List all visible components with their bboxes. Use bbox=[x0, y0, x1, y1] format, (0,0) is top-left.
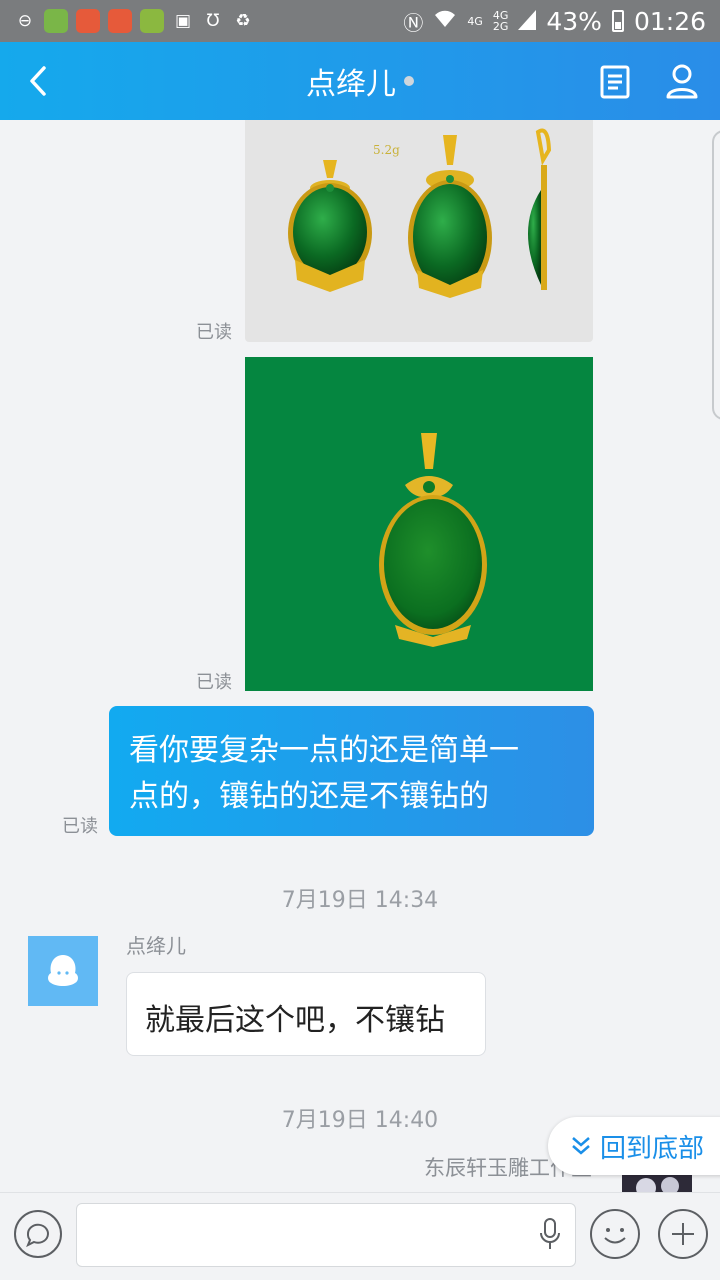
network-type-primary: 4G bbox=[467, 14, 483, 28]
edge-panel-handle[interactable] bbox=[712, 130, 720, 420]
nfc-icon: Ⓝ bbox=[403, 10, 424, 35]
online-status-dot bbox=[404, 76, 414, 86]
message-timestamp: 7月19日 14:34 bbox=[281, 888, 439, 913]
battery-percent: 43% bbox=[546, 6, 602, 36]
incoming-message-bubble[interactable]: 就最后这个吧，不镶钻 bbox=[126, 972, 486, 1056]
image-message-jade-pendant[interactable] bbox=[245, 357, 593, 691]
browser-notification-icon-2 bbox=[108, 9, 132, 33]
input-bar bbox=[0, 1192, 720, 1280]
network-bottom: 2G bbox=[492, 20, 509, 33]
plus-icon bbox=[672, 1223, 694, 1245]
more-options-button[interactable] bbox=[658, 1209, 708, 1259]
avatar[interactable] bbox=[28, 936, 98, 1006]
outgoing-message-bubble[interactable]: 看你要复杂一点的还是简单一 点的，镶钻的还是不镶钻的 bbox=[109, 706, 594, 836]
clock: 01:26 bbox=[633, 6, 706, 36]
chat-title: 点绛儿 bbox=[306, 59, 414, 103]
default-avatar-icon bbox=[48, 955, 78, 986]
image-message-jade-views[interactable]: 5.2g bbox=[245, 120, 593, 342]
read-receipt: 已读 bbox=[62, 816, 98, 837]
user-icon bbox=[666, 64, 698, 99]
network-type-secondary: 4G 2G bbox=[493, 10, 509, 32]
smiley-icon bbox=[604, 1228, 626, 1244]
scroll-to-bottom-button[interactable]: 回到底部 bbox=[548, 1117, 720, 1175]
contact-name: 点绛儿 bbox=[306, 67, 396, 102]
minus-circle-icon: ⊖ bbox=[17, 11, 33, 31]
speech-bubble-icon bbox=[26, 1223, 49, 1248]
message-text: 就最后这个吧，不镶钻 bbox=[145, 1003, 445, 1038]
read-receipt: 已读 bbox=[196, 672, 232, 693]
app-notification-icon bbox=[44, 9, 68, 33]
back-button[interactable] bbox=[22, 62, 58, 100]
image-icon: ▣ bbox=[174, 11, 192, 31]
chat-files-button[interactable] bbox=[598, 64, 632, 100]
double-chevron-down-icon bbox=[572, 1137, 590, 1155]
read-receipt: 已读 bbox=[196, 322, 232, 343]
recycle-icon: ♻ bbox=[235, 11, 251, 31]
notification-icons: ⊖ ▣ Ʊ ♻ bbox=[0, 9, 254, 33]
jade-pendant-views-image: 5.2g bbox=[288, 128, 552, 298]
microphone-icon bbox=[540, 1218, 560, 1249]
sender-name: 点绛儿 bbox=[126, 934, 186, 958]
emoji-button[interactable] bbox=[590, 1209, 640, 1259]
chevron-left-icon bbox=[30, 66, 46, 96]
browser-notification-icon bbox=[76, 9, 100, 33]
signal-icon bbox=[518, 7, 537, 36]
scroll-to-bottom-label: 回到底部 bbox=[600, 1133, 705, 1164]
wifi-icon bbox=[433, 9, 457, 34]
weight-caption: 5.2g bbox=[373, 143, 400, 157]
status-bar: ⊖ ▣ Ʊ ♻ Ⓝ 4G 4G 2G 43% 01:26 bbox=[0, 0, 720, 42]
usb-icon: Ʊ bbox=[206, 11, 220, 31]
jade-pendant-image bbox=[379, 433, 487, 647]
chat-message-list[interactable]: 已读 5.2g 已读 已读 看你要复杂一点的还是简单一 点的，镶钻的还是不镶钻的… bbox=[0, 120, 720, 1192]
voice-mode-button[interactable] bbox=[14, 1210, 62, 1258]
profile-button[interactable] bbox=[664, 62, 700, 100]
battery-icon bbox=[611, 10, 624, 32]
document-icon bbox=[600, 65, 630, 99]
app-notification-icon-2 bbox=[140, 9, 164, 33]
message-text-line: 点的，镶钻的还是不镶钻的 bbox=[129, 779, 489, 814]
microphone-button[interactable] bbox=[538, 1217, 562, 1253]
chat-header: 点绛儿 bbox=[0, 42, 720, 120]
message-input[interactable] bbox=[76, 1203, 576, 1267]
message-text-line: 看你要复杂一点的还是简单一 bbox=[129, 733, 519, 768]
